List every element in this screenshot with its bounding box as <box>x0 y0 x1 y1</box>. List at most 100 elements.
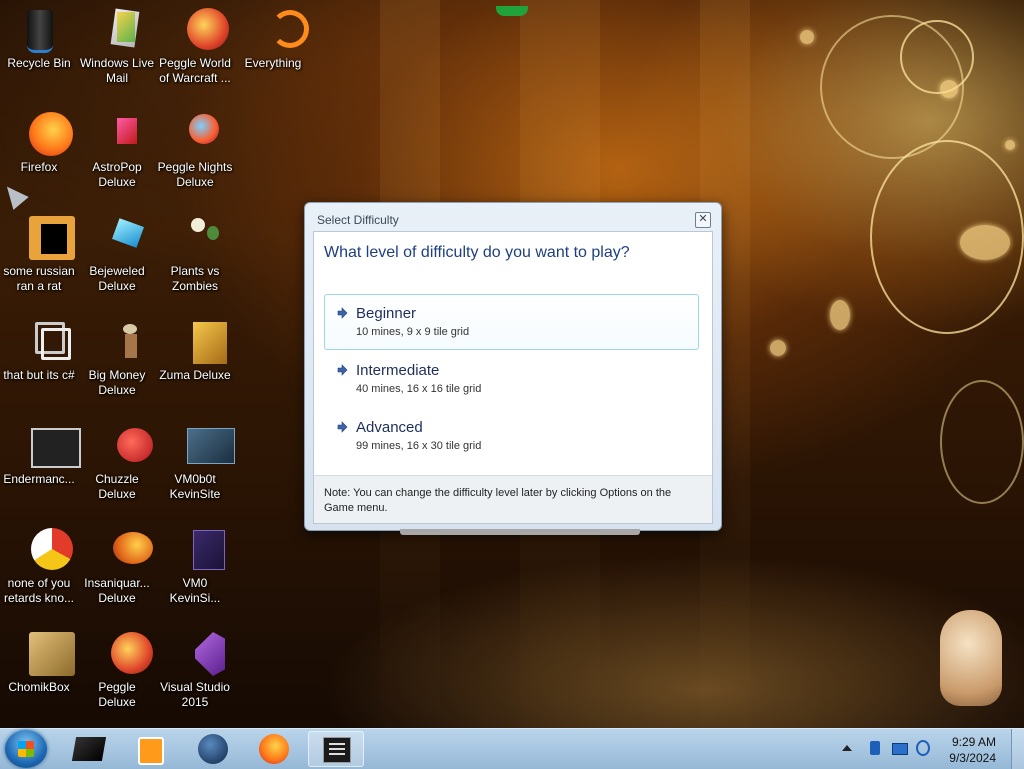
desktop-icon-recycle-bin[interactable]: Recycle Bin <box>0 6 78 71</box>
desktop-icon-label: AstroPop Deluxe <box>92 160 142 189</box>
bejeweled-gem-icon <box>93 214 144 262</box>
taskbar-item-media-player[interactable] <box>122 731 178 767</box>
desktop-icon-label: some russian ran a rat <box>3 264 75 293</box>
window-shadow-strip <box>400 529 640 535</box>
folder-shortcut-icon <box>171 422 235 470</box>
insaniquarium-fish-icon <box>93 526 153 574</box>
black-box-icon <box>71 737 107 761</box>
desktop-icon-peggle-deluxe[interactable]: Peggle Deluxe <box>78 630 156 710</box>
option-advanced[interactable]: Advanced 99 mines, 16 x 30 tile grid <box>324 408 699 464</box>
desktop-icon-chomikbox[interactable]: ChomikBox <box>0 630 78 695</box>
desktop-icon-windows-live-mail[interactable]: Windows Live Mail <box>78 6 156 86</box>
desktop-icon-plants-vs-zombies[interactable]: Plants vs Zombies <box>156 214 234 294</box>
desktop-icon-label: Peggle Deluxe <box>98 680 136 709</box>
firefox-icon <box>15 110 73 158</box>
console-window-icon <box>15 422 81 470</box>
arrow-right-icon <box>337 307 348 319</box>
desktop-icon-none-of-you[interactable]: none of you retards kno... <box>0 526 78 606</box>
everything-search-icon <box>249 6 309 54</box>
option-description: 40 mines, 16 x 16 tile grid <box>356 383 482 395</box>
desktop-icon-label: none of you retards kno... <box>3 576 75 605</box>
option-title: Intermediate <box>356 362 440 379</box>
desktop-icon-endermanc[interactable]: Endermanc... <box>0 422 81 487</box>
wallpaper-bokeh <box>800 30 814 44</box>
bluetooth-icon[interactable] <box>870 741 880 755</box>
plants-vs-zombies-icon <box>171 214 219 262</box>
big-money-icon <box>93 318 141 366</box>
desktop-icon-russian-rat[interactable]: some russian ran a rat <box>0 214 78 294</box>
desktop-icon-label: Big Money Deluxe <box>88 368 146 397</box>
taskbar-item-minesweeper[interactable] <box>308 731 364 767</box>
desktop-icon-everything[interactable]: Everything <box>234 6 312 71</box>
desktop-icon-label: Bejeweled Deluxe <box>89 264 145 293</box>
option-title: Beginner <box>356 305 417 322</box>
dialog-body: What level of difficulty do you want to … <box>313 231 713 524</box>
dialog-title: Select Difficulty <box>317 213 399 227</box>
desktop-icon-that-but-its-csharp[interactable]: that but its c# <box>0 318 78 383</box>
desktop-icon-vm0-kevinsite[interactable]: VM0 KevinSi... <box>156 526 234 606</box>
close-button[interactable]: ✕ <box>695 212 711 228</box>
desktop-icon-zuma[interactable]: Zuma Deluxe <box>156 318 234 383</box>
windows-logo-icon <box>18 741 34 757</box>
close-icon: ✕ <box>698 213 708 225</box>
desktop-icon-chuzzle[interactable]: Chuzzle Deluxe <box>78 422 156 502</box>
wallpaper-bokeh <box>770 340 786 356</box>
option-description: 99 mines, 16 x 30 tile grid <box>356 440 482 452</box>
option-title: Advanced <box>356 419 423 436</box>
difficulty-note: Note: You can change the difficulty leve… <box>314 475 712 523</box>
desktop-icon-label: Zuma Deluxe <box>159 368 231 382</box>
desktop-icon-label: VM0 KevinSi... <box>169 576 221 605</box>
desktop-icon-bejeweled[interactable]: Bejeweled Deluxe <box>78 214 156 294</box>
desktop-icon-peggle-wow[interactable]: Peggle World of Warcraft ... <box>156 6 234 86</box>
taskbar-clock[interactable]: 9:29 AM 9/3/2024 <box>949 734 996 766</box>
volume-icon[interactable] <box>916 740 930 756</box>
taskbar-item-globe[interactable] <box>186 731 242 767</box>
select-difficulty-dialog: Select Difficulty ✕ What level of diffic… <box>304 202 722 531</box>
chrome-icon <box>15 526 73 574</box>
start-button[interactable] <box>5 730 47 768</box>
taskbar-item-app-1[interactable] <box>62 731 118 767</box>
desktop-icon-label: Plants vs Zombies <box>170 264 220 293</box>
desktop-icon-label: Everything <box>244 56 302 70</box>
system-tray: 9:29 AM 9/3/2024 <box>856 729 1024 769</box>
taskbar-item-firefox[interactable] <box>246 731 302 767</box>
desktop-icon-label: that but its c# <box>3 368 75 382</box>
wallpaper-green-dots <box>496 6 528 16</box>
desktop-icon-big-money[interactable]: Big Money Deluxe <box>78 318 156 398</box>
peggle-icon <box>171 6 229 54</box>
difficulty-question: What level of difficulty do you want to … <box>324 244 630 261</box>
recycle-bin-icon <box>15 6 63 54</box>
peggle-icon <box>93 630 153 678</box>
desktop-icon-label: Peggle World of Warcraft ... <box>159 56 231 85</box>
show-desktop-button[interactable] <box>1011 729 1024 769</box>
chomikbox-hamster-icon <box>15 630 75 678</box>
desktop-icon-astropop[interactable]: AstroPop Deluxe <box>78 110 156 190</box>
option-intermediate[interactable]: Intermediate 40 mines, 16 x 16 tile grid <box>324 351 699 407</box>
network-icon[interactable] <box>892 743 908 755</box>
desktop-icon-visual-studio[interactable]: Visual Studio 2015 <box>156 630 234 710</box>
desktop-icon-label: Peggle Nights Deluxe <box>157 160 233 189</box>
desktop-icon-insaniquarium[interactable]: Insaniquar... Deluxe <box>78 526 156 606</box>
desktop-icon-firefox[interactable]: Firefox <box>0 110 78 175</box>
desktop-icon-label: Insaniquar... Deluxe <box>84 576 150 605</box>
option-beginner[interactable]: Beginner 10 mines, 9 x 9 tile grid <box>324 294 699 350</box>
firefox-icon <box>259 734 289 764</box>
document-icon <box>171 526 225 574</box>
desktop-icon-label: Windows Live Mail <box>79 56 155 85</box>
desktop-icon-vm0b0t-kevinsite[interactable]: VM0b0t KevinSite <box>156 422 235 502</box>
mouse-cursor-icon <box>0 180 29 210</box>
hamster-gadget-icon[interactable] <box>940 610 1002 706</box>
desktop-icon-label: VM0b0t KevinSite <box>169 472 221 501</box>
arrow-right-icon <box>337 421 348 433</box>
desktop-icon-label: ChomikBox <box>8 680 70 694</box>
option-description: 10 mines, 9 x 9 tile grid <box>356 326 470 338</box>
globe-icon <box>198 734 228 764</box>
desktop-icon-peggle-nights[interactable]: Peggle Nights Deluxe <box>156 110 234 190</box>
copy-files-icon <box>15 318 71 366</box>
taskbar: 9:29 AM 9/3/2024 <box>0 728 1024 769</box>
desktop-icon-label: Recycle Bin <box>7 56 71 70</box>
arrow-right-icon <box>337 364 348 376</box>
tray-overflow-chevron-icon[interactable] <box>838 733 856 765</box>
desktop-icon-label: Endermanc... <box>3 472 75 486</box>
chuzzle-icon <box>93 422 153 470</box>
